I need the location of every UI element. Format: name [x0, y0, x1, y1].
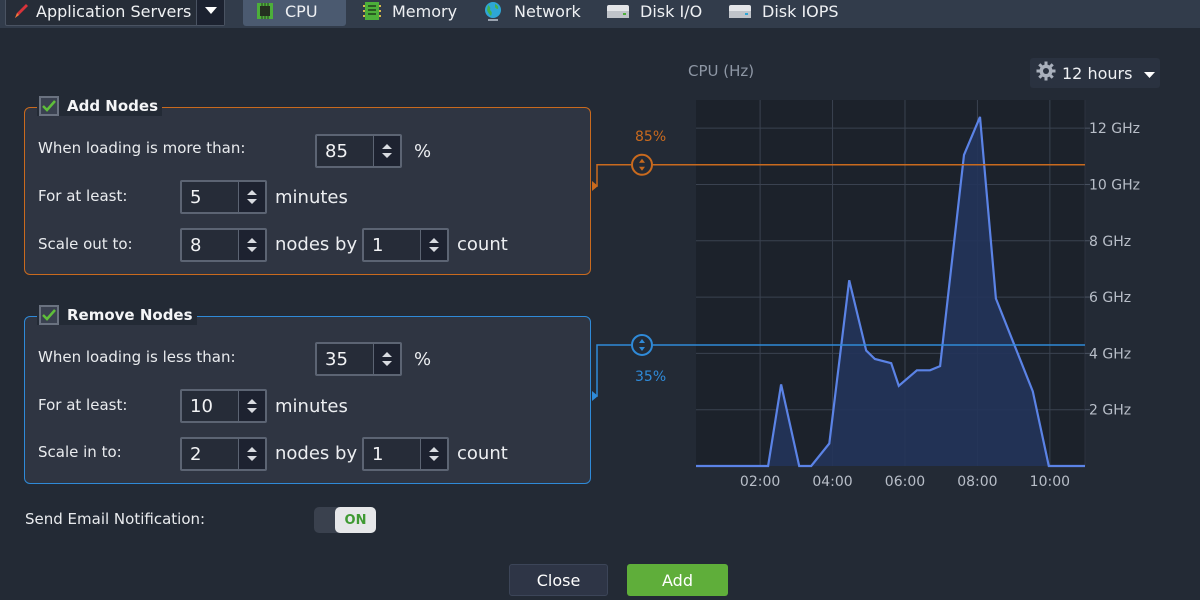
- email-notification-toggle[interactable]: ON: [314, 507, 376, 533]
- threshold-connector: [592, 164, 631, 187]
- y-tick-label: 12 GHz: [1089, 121, 1140, 137]
- add-button[interactable]: Add: [627, 564, 728, 596]
- threshold-label: 35%: [635, 369, 666, 385]
- x-tick-label: 04:00: [812, 474, 852, 490]
- threshold-drag-handle[interactable]: [631, 333, 653, 356]
- x-tick-label: 06:00: [885, 474, 925, 490]
- x-axis-ticks: 02:00 04:00 06:00 08:00 10:00: [740, 474, 1070, 490]
- y-tick-label: 8 GHz: [1089, 234, 1131, 250]
- email-notification-label: Send Email Notification:: [25, 510, 206, 528]
- y-tick-label: 4 GHz: [1089, 346, 1131, 362]
- threshold-connector: [592, 344, 631, 397]
- y-axis-ticks: 2 GHz 4 GHz 6 GHz 8 GHz 10 GHz 12 GHz: [1085, 121, 1140, 419]
- y-tick-label: 2 GHz: [1089, 403, 1131, 419]
- close-button[interactable]: Close: [509, 564, 608, 596]
- toggle-knob: ON: [335, 507, 376, 533]
- threshold-drag-handle[interactable]: [631, 153, 653, 176]
- y-tick-label: 6 GHz: [1089, 290, 1131, 306]
- y-tick-label: 10 GHz: [1089, 177, 1140, 193]
- x-tick-label: 02:00: [740, 474, 780, 490]
- x-tick-label: 08:00: [957, 474, 997, 490]
- threshold-label: 85%: [635, 129, 666, 145]
- x-tick-label: 10:00: [1030, 474, 1070, 490]
